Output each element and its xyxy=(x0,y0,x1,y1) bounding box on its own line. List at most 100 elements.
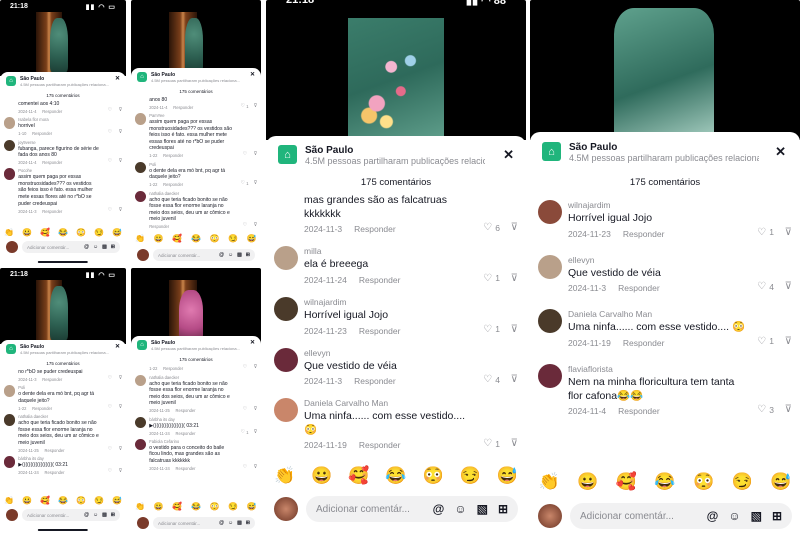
location-banner[interactable]: ⌂ São Paulo 4.5M pessoas partilharam pub… xyxy=(0,340,126,359)
comment-item[interactable]: nathalia daecker acho que teria ficado bo… xyxy=(131,374,261,416)
commenter-avatar[interactable] xyxy=(3,385,16,397)
location-banner[interactable]: ⌂ São Paulo 4.5M pessoas partilharam pub… xyxy=(530,132,800,173)
image-icon[interactable]: ▧ xyxy=(237,520,242,526)
location-banner[interactable]: ⌂ São Paulo 4.5M pessoas partilharam pub… xyxy=(266,136,526,175)
like-button[interactable]: ♡ xyxy=(108,108,114,113)
like-button[interactable]: ♡ 1 xyxy=(757,227,774,238)
dislike-icon[interactable]: ⊽ xyxy=(254,181,258,186)
like-button[interactable]: ♡ 1 xyxy=(241,430,249,435)
like-button[interactable]: ♡ 4 xyxy=(757,281,774,292)
video-player[interactable] xyxy=(266,0,526,140)
close-icon[interactable]: ✕ xyxy=(250,72,255,78)
commenter-avatar[interactable] xyxy=(274,296,298,321)
close-icon[interactable]: ✕ xyxy=(115,344,120,350)
comment-item[interactable]: wilnajardim Horrível igual Jojo 2024-11-23… xyxy=(530,198,800,253)
comment-item[interactable]: nathalia daecker acho que teria ficado bo… xyxy=(0,413,126,455)
mention-icon[interactable]: @ xyxy=(84,244,89,250)
comment-item[interactable]: mas grandes são as falcatruas kkkkkkk 202… xyxy=(266,192,526,244)
emoji-reaction-button[interactable]: 😂 xyxy=(191,234,201,243)
like-button[interactable]: ♡ 1 xyxy=(483,273,500,284)
comment-username[interactable]: wilnajardim xyxy=(568,200,746,210)
like-button[interactable]: ♡ 1 xyxy=(241,181,249,186)
like-button[interactable]: ♡ 1 xyxy=(757,336,774,347)
emoji-reaction-button[interactable]: 🥰 xyxy=(616,472,637,492)
user-avatar[interactable] xyxy=(137,517,149,529)
location-banner[interactable]: ⌂ São Paulo 4.5M pessoas partilharam pub… xyxy=(131,336,261,355)
user-avatar[interactable] xyxy=(538,504,562,528)
reply-button[interactable]: Responder xyxy=(359,275,401,285)
comment-input[interactable]: Adicionar comentár... @ ☺ ▧ ⊞ xyxy=(153,249,255,261)
comment-item[interactable]: comentei aos 4:10 2024-11-4 Responder ♡ ⊽ xyxy=(0,100,126,116)
emoji-reaction-button[interactable]: 😏 xyxy=(228,234,238,243)
user-avatar[interactable] xyxy=(6,509,18,521)
comment-input[interactable]: Adicionar comentár... @ ☺ ▧ ⊞ xyxy=(306,496,518,522)
location-banner[interactable]: ⌂ São Paulo 4.5M pessoas partilharam pub… xyxy=(131,68,261,87)
emoji-reaction-button[interactable]: 😅 xyxy=(497,466,518,486)
emoji-reaction-button[interactable]: 🥰 xyxy=(348,466,369,486)
dislike-icon[interactable]: ⊽ xyxy=(119,469,123,474)
gift-icon[interactable]: ⊞ xyxy=(246,252,250,258)
like-button[interactable]: ♡ xyxy=(108,447,114,452)
commenter-avatar[interactable] xyxy=(274,398,298,423)
comment-input[interactable]: Adicionar comentár... @ ☺ ▧ ⊞ xyxy=(153,517,255,529)
video-player[interactable] xyxy=(131,268,261,344)
comment-username[interactable]: milla xyxy=(304,246,472,256)
image-icon[interactable]: ▧ xyxy=(102,512,107,518)
commenter-avatar[interactable] xyxy=(134,438,147,451)
commenter-avatar[interactable] xyxy=(134,113,147,125)
comment-item[interactable]: Daniela Carvalho Man Uma ninfa...... com … xyxy=(530,307,800,362)
reply-button[interactable]: Responder xyxy=(618,283,660,293)
comment-username[interactable]: Pocohe xyxy=(18,168,100,173)
comment-username[interactable]: Daniela Carvalho Man xyxy=(304,398,472,408)
like-button[interactable]: ♡ 1 xyxy=(241,104,249,109)
comment-username[interactable]: ellevyn xyxy=(304,348,472,358)
dislike-icon[interactable]: ⊽ xyxy=(511,273,518,284)
emoji-reaction-button[interactable]: 😏 xyxy=(460,466,481,486)
comment-item[interactable]: 1-22 Responder ♡ ⊽ xyxy=(131,364,261,374)
gift-icon[interactable]: ⊞ xyxy=(772,509,782,523)
video-player[interactable] xyxy=(131,0,261,76)
comment-item[interactable]: ellevyn Que vestido de véia 2024-11-3 Respo… xyxy=(266,346,526,397)
reply-button[interactable]: Responder xyxy=(176,466,196,471)
dislike-icon[interactable]: ⊽ xyxy=(254,465,258,470)
close-icon[interactable]: ✕ xyxy=(503,148,514,161)
dislike-icon[interactable]: ⊽ xyxy=(254,223,258,228)
comment-item[interactable]: ellevyn Que vestido de véia 2024-11-3 Respo… xyxy=(530,253,800,308)
comment-username[interactable]: PamYee xyxy=(149,113,235,118)
comment-item[interactable]: nathalia daecker acho que teria ficado bo… xyxy=(131,190,261,232)
commenter-avatar[interactable] xyxy=(538,254,562,279)
user-avatar[interactable] xyxy=(6,241,18,253)
like-button[interactable]: ♡ xyxy=(108,376,114,381)
emoji-reaction-button[interactable]: 👏 xyxy=(135,502,145,511)
comment-item[interactable]: Pocohe assim quem paga por essas monstruo… xyxy=(0,167,126,215)
like-button[interactable]: ♡ xyxy=(243,365,249,370)
like-button[interactable]: ♡ 4 xyxy=(483,374,500,385)
commenter-avatar[interactable] xyxy=(3,414,16,426)
emoji-reaction-button[interactable]: 👏 xyxy=(4,228,14,237)
emoji-reaction-button[interactable]: 😏 xyxy=(732,472,753,492)
dislike-icon[interactable]: ⊽ xyxy=(254,152,258,157)
comment-item[interactable]: Fabiola Cefarino o vestido para o conceit… xyxy=(131,438,261,473)
emoji-reaction-button[interactable]: 👏 xyxy=(4,496,14,505)
image-icon[interactable]: ▧ xyxy=(751,509,762,523)
emoji-icon[interactable]: ☺ xyxy=(228,252,233,258)
emoji-reaction-button[interactable]: 😀 xyxy=(311,466,332,486)
close-icon[interactable]: ✕ xyxy=(250,340,255,346)
comment-username[interactable]: Isabela flor mora xyxy=(18,117,100,122)
emoji-reaction-button[interactable]: 🥰 xyxy=(172,502,182,511)
like-button[interactable]: ♡ xyxy=(108,469,114,474)
emoji-reaction-button[interactable]: 😀 xyxy=(154,502,164,511)
like-button[interactable]: ♡ xyxy=(243,223,249,228)
emoji-reaction-button[interactable]: 😅 xyxy=(247,502,257,511)
dislike-icon[interactable]: ⊽ xyxy=(511,222,518,233)
commenter-avatar[interactable] xyxy=(3,456,16,468)
image-icon[interactable]: ▧ xyxy=(102,244,107,250)
emoji-reaction-button[interactable]: 👏 xyxy=(135,234,145,243)
dislike-icon[interactable]: ⊽ xyxy=(119,159,123,164)
emoji-reaction-button[interactable]: 😂 xyxy=(191,502,201,511)
commenter-avatar[interactable] xyxy=(538,363,562,388)
like-button[interactable]: ♡ xyxy=(108,405,114,410)
comment-username[interactable]: nathalia daecker xyxy=(149,191,235,196)
emoji-icon[interactable]: ☺ xyxy=(228,520,233,526)
reply-button[interactable]: Responder xyxy=(163,153,183,158)
